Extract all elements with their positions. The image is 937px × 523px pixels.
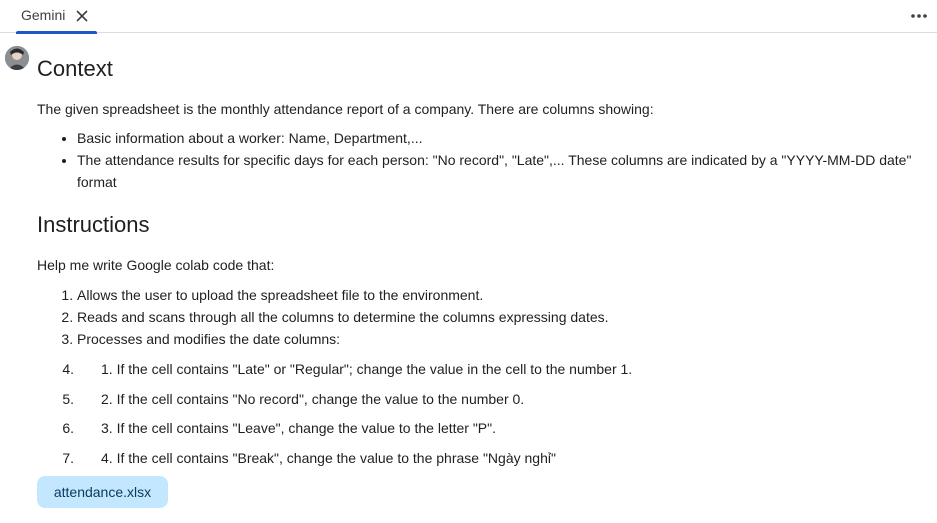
list-item: Basic information about a worker: Name, … <box>77 127 937 149</box>
list-text: 2. If the cell contains "No record", cha… <box>101 390 525 407</box>
more-options-icon[interactable] <box>909 6 929 26</box>
instructions-step-list: Allows the user to upload the spreadshee… <box>37 284 609 350</box>
list-number: 7. <box>62 449 74 466</box>
list-item: The attendance results for specific days… <box>77 149 937 193</box>
list-item: Allows the user to upload the spreadshee… <box>77 284 609 306</box>
attachment-chip[interactable]: attendance.xlsx <box>37 476 168 508</box>
instructions-intro: Help me write Google colab code that: <box>37 257 275 273</box>
list-item: Processes and modifies the date columns: <box>77 328 609 350</box>
active-tab-indicator <box>16 31 97 34</box>
tab-label: Gemini <box>21 7 66 23</box>
list-text: 3. If the cell contains "Leave", change … <box>101 420 497 436</box>
context-bullet-list: Basic information about a worker: Name, … <box>37 127 937 193</box>
list-number: 6. <box>62 420 74 436</box>
close-icon[interactable] <box>74 8 90 24</box>
list-text: 4. If the cell contains "Break", change … <box>101 449 556 466</box>
list-number: 4. <box>62 361 74 377</box>
tab-gemini[interactable]: Gemini <box>16 0 97 34</box>
tab-bar: Gemini <box>0 0 937 34</box>
list-text: 1. If the cell contains "Late" or "Regul… <box>101 361 633 377</box>
instructions-heading: Instructions <box>37 212 150 237</box>
list-item: Reads and scans through all the columns … <box>77 306 609 328</box>
list-number: 5. <box>62 390 74 407</box>
context-heading: Context <box>37 56 113 81</box>
avatar <box>5 46 29 70</box>
context-intro: The given spreadsheet is the monthly att… <box>37 101 654 117</box>
